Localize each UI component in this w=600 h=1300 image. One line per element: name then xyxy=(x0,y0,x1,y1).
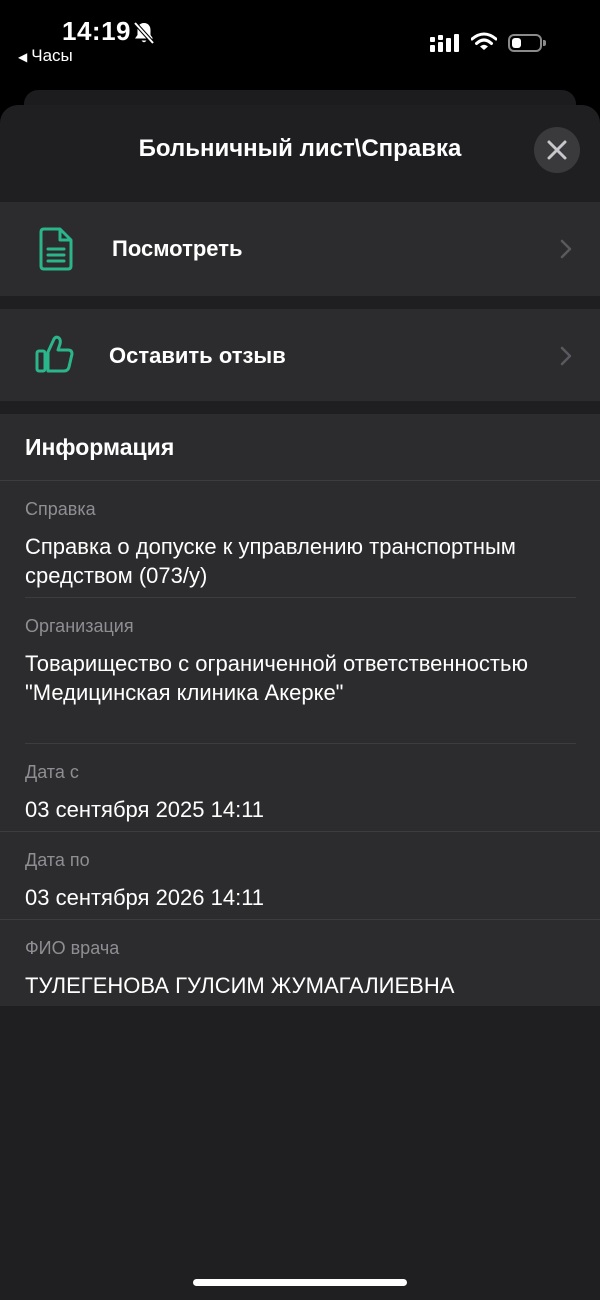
field-label: ФИО врача xyxy=(25,938,120,958)
back-app-label: Часы xyxy=(31,46,73,65)
field-label: Дата по xyxy=(25,850,90,870)
field-doctor-name: ФИО врача ТУЛЕГЕНОВА ГУЛСИМ ЖУМАГАЛИЕВНА xyxy=(25,937,576,1000)
chevron-right-icon xyxy=(560,239,572,264)
wifi-icon xyxy=(470,32,498,57)
field-label: Справка xyxy=(25,499,96,519)
thumbs-up-icon xyxy=(35,334,75,379)
chevron-right-icon xyxy=(560,346,572,371)
view-document-label: Посмотреть xyxy=(112,236,243,261)
close-button[interactable] xyxy=(534,127,580,173)
divider xyxy=(0,831,600,832)
sheet-header: Больничный лист\Справка xyxy=(0,105,600,201)
field-value: 03 сентября 2026 14:11 xyxy=(25,885,265,910)
leave-review-label: Оставить отзыв xyxy=(109,343,286,368)
cellular-signal-icon xyxy=(430,34,460,59)
info-title: Информация xyxy=(25,434,175,460)
field-organization: Организация Товарищество с ограниченной … xyxy=(25,615,576,707)
field-date-to: Дата по 03 сентября 2026 14:11 xyxy=(25,849,576,912)
battery-icon xyxy=(508,34,546,52)
field-label: Дата с xyxy=(25,762,79,782)
field-label: Организация xyxy=(25,616,134,636)
field-value: Справка о допуске к управлению транспорт… xyxy=(25,534,516,588)
battery-level xyxy=(512,38,521,48)
divider xyxy=(25,743,576,744)
bottom-sheet: Больничный лист\Справка Посмотреть Остав… xyxy=(0,105,600,1300)
sheet-title: Больничный лист\Справка xyxy=(138,135,462,162)
close-icon xyxy=(547,140,567,160)
back-triangle-icon: ◀ xyxy=(18,50,28,64)
home-indicator[interactable] xyxy=(193,1279,407,1286)
field-value: Товарищество с ограниченной ответственно… xyxy=(25,651,528,705)
field-date-from: Дата с 03 сентября 2025 14:11 xyxy=(25,761,576,824)
info-section: Информация Справка Справка о допуске к у… xyxy=(0,414,600,1006)
bell-muted-icon xyxy=(132,20,156,51)
document-icon xyxy=(38,227,74,276)
field-certificate: Справка Справка о допуске к управлению т… xyxy=(25,498,576,590)
leave-review-row[interactable]: Оставить отзыв xyxy=(0,309,600,401)
divider xyxy=(25,597,576,598)
view-document-row[interactable]: Посмотреть xyxy=(0,202,600,296)
divider xyxy=(0,919,600,920)
battery-nub xyxy=(543,40,546,46)
status-bar: 14:19 ◀ Часы xyxy=(0,0,600,80)
divider xyxy=(0,480,600,481)
back-to-app-link[interactable]: ◀ Часы xyxy=(18,46,73,66)
field-value: 03 сентября 2025 14:11 xyxy=(25,797,265,822)
status-time: 14:19 xyxy=(62,16,131,46)
field-value: ТУЛЕГЕНОВА ГУЛСИМ ЖУМАГАЛИЕВНА xyxy=(25,973,455,998)
